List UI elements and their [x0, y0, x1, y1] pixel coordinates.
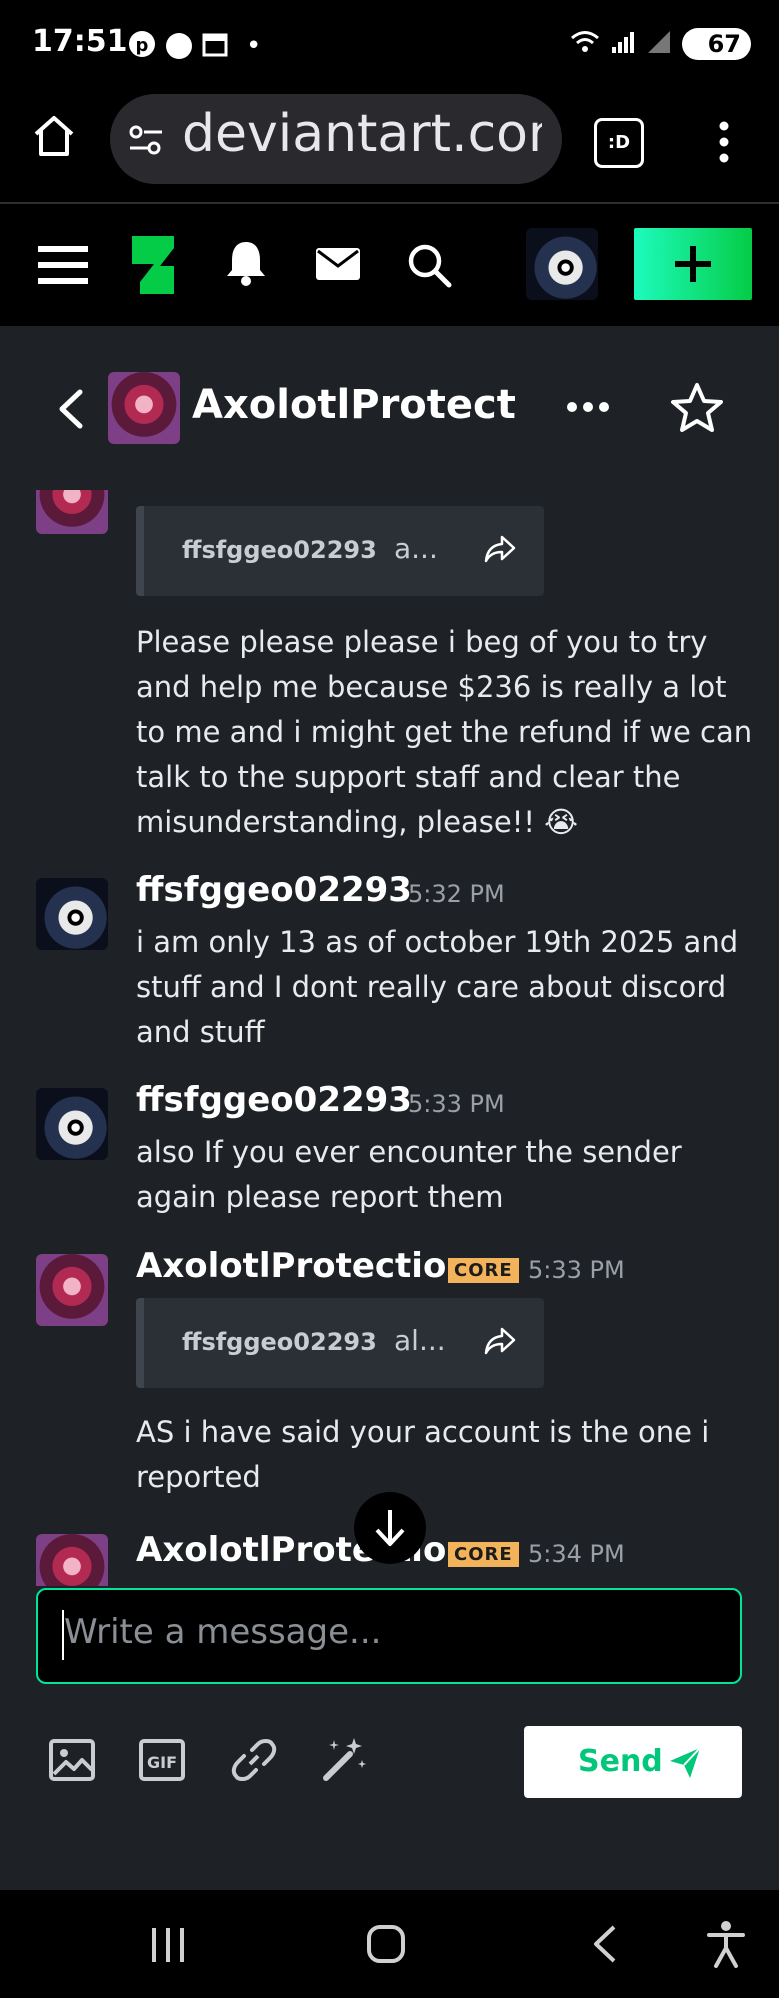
notifications-bell-icon[interactable] [224, 238, 268, 290]
svg-text:p: p [136, 35, 149, 56]
create-button[interactable] [634, 228, 752, 300]
notification-dot: • [246, 31, 262, 61]
battery-indicator: 67 [681, 28, 751, 60]
arrow-down-icon [375, 1510, 405, 1546]
battery-level: 67 [707, 30, 741, 58]
message-text: also If you ever encounter the sender ag… [136, 1135, 682, 1214]
message-placeholder: Write a message... [64, 1612, 382, 1652]
pinterest-icon: p [128, 30, 156, 62]
message-text: i am only 13 as of october 19th 2025 and… [136, 925, 739, 1049]
back-nav-icon[interactable] [590, 1924, 618, 1968]
plus-icon [675, 246, 711, 282]
back-chevron-icon[interactable] [56, 388, 86, 434]
status-notification-icons: p • [128, 30, 261, 62]
recent-apps-icon[interactable] [150, 1926, 186, 1968]
send-label: Send [578, 1744, 663, 1779]
site-settings-icon[interactable] [126, 120, 166, 164]
more-options-icon[interactable] [566, 398, 610, 420]
message-avatar[interactable] [36, 878, 108, 950]
svg-text:GIF: GIF [147, 1753, 177, 1772]
hamburger-menu-icon[interactable] [38, 244, 88, 290]
image-attach-icon[interactable] [48, 1738, 96, 1786]
conversation-title[interactable]: AxolotlProtection [192, 382, 518, 428]
quoted-message[interactable]: ffsfggeo02293 a... [136, 506, 544, 596]
share-arrow-icon[interactable] [484, 534, 516, 568]
signal-icon [610, 29, 636, 59]
message-input[interactable]: Write a message... [36, 1588, 742, 1684]
message-username[interactable]: AxolotlProtection [136, 1246, 471, 1286]
quoted-snippet: al... [394, 1324, 446, 1357]
tabs-icon-label: :D [607, 132, 631, 153]
quoted-username: ffsfggeo02293 [182, 1328, 377, 1356]
user-avatar[interactable] [526, 228, 598, 300]
favorite-star-icon[interactable] [670, 382, 724, 438]
status-system-icons: 67 [570, 28, 751, 60]
message-timestamp: 5:33 PM [408, 1090, 505, 1118]
quoted-username: ffsfggeo02293 [182, 536, 377, 564]
message-timestamp: 5:34 PM [528, 1540, 625, 1568]
quoted-message[interactable]: ffsfggeo02293 al... [136, 1298, 544, 1388]
signal-icon-2 [646, 29, 672, 59]
send-plane-icon [670, 1747, 701, 1778]
share-arrow-icon[interactable] [484, 1326, 516, 1360]
message-avatar[interactable] [36, 1534, 108, 1586]
core-badge: CORE [448, 1258, 519, 1283]
message-username[interactable]: ffsfggeo02293 [136, 870, 412, 910]
conversation-avatar[interactable] [108, 372, 180, 444]
calendar-icon [202, 31, 228, 61]
search-icon[interactable] [406, 242, 452, 292]
news-icon [166, 33, 192, 59]
send-button[interactable]: Send [524, 1726, 742, 1798]
status-bar: 17:51 p • 67 [0, 0, 779, 90]
message-text: Please please please i beg of you to try… [136, 625, 753, 839]
accessibility-icon[interactable] [706, 1920, 746, 1972]
message-username[interactable]: ffsfggeo02293 [136, 1080, 412, 1120]
message-timestamp: 5:33 PM [528, 1256, 625, 1284]
quoted-snippet: a... [394, 532, 438, 565]
message-avatar[interactable] [36, 1254, 108, 1326]
core-badge: CORE [448, 1542, 519, 1567]
tabs-button[interactable]: :D [594, 118, 644, 168]
gif-icon[interactable]: GIF [138, 1738, 186, 1786]
wifi-icon [570, 29, 600, 59]
overflow-menu-icon[interactable] [712, 118, 736, 170]
home-nav-icon[interactable] [366, 1924, 406, 1968]
home-icon[interactable] [30, 112, 78, 164]
message-avatar[interactable] [36, 1088, 108, 1160]
scroll-to-bottom-button[interactable] [354, 1492, 426, 1564]
status-time: 17:51 [32, 24, 128, 59]
link-icon[interactable] [230, 1736, 278, 1788]
message-timestamp: 5:32 PM [408, 880, 505, 908]
message-text: AS i have said your account is the one i… [136, 1415, 710, 1494]
magic-wand-icon[interactable] [320, 1734, 370, 1788]
url-text[interactable]: deviantart.com/ [182, 104, 542, 164]
messages-mail-icon[interactable] [316, 248, 360, 284]
deviantart-logo-icon[interactable] [132, 236, 174, 298]
